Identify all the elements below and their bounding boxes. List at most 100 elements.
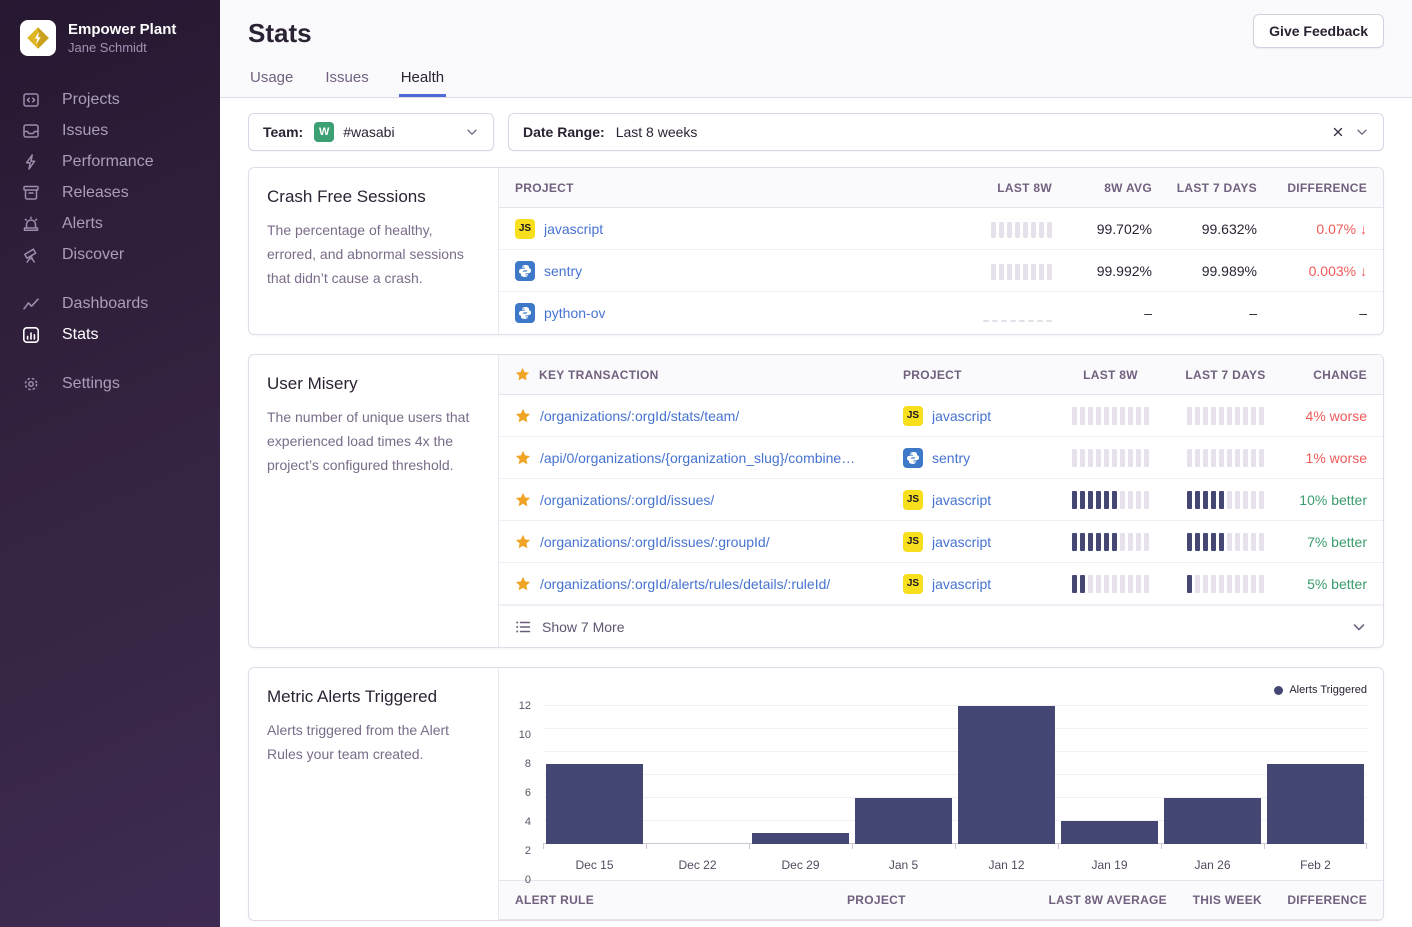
sparkline — [1187, 449, 1264, 467]
project-link[interactable]: javascript — [932, 492, 991, 508]
page-title: Stats — [248, 18, 312, 49]
sidebar-item-stats[interactable]: Stats — [22, 319, 198, 350]
sparkline — [1072, 575, 1149, 593]
sparkline — [1072, 491, 1149, 509]
org-name: Empower Plant — [68, 20, 176, 40]
column-header: PROJECT — [847, 893, 1017, 907]
user-name: Jane Schmidt — [68, 40, 176, 57]
nav-divider-gap — [22, 270, 198, 288]
difference-value: – — [1257, 305, 1383, 321]
last7-value: 99.632% — [1152, 221, 1257, 237]
alerts-triggered-chart: Alerts Triggered 024681012 Dec 15Dec 22D — [499, 668, 1383, 880]
panel-description: The number of unique users that experien… — [267, 405, 480, 477]
project-link[interactable]: sentry — [544, 263, 582, 279]
tab-usage[interactable]: Usage — [248, 69, 295, 97]
python-platform-icon — [903, 448, 923, 468]
sidebar-item-label: Settings — [62, 375, 120, 393]
change-value: 4% worse — [1283, 408, 1383, 424]
column-header: DIFFERENCE — [1262, 893, 1383, 907]
alerts-chart-xlabels: Dec 15Dec 22Dec 29Jan 5Jan 12Jan 19Jan 2… — [543, 850, 1367, 880]
table-header: ALERT RULE PROJECT LAST 8W AVERAGE THIS … — [499, 880, 1383, 920]
column-header: LAST 8W AVERAGE — [1017, 893, 1167, 907]
metric-alerts-panel: Metric Alerts Triggered Alerts triggered… — [248, 667, 1384, 921]
key-transaction-star-icon[interactable] — [515, 576, 531, 592]
javascript-platform-icon: JS — [903, 490, 923, 510]
give-feedback-button[interactable]: Give Feedback — [1253, 14, 1384, 48]
table-row: python-ov – – – — [499, 292, 1383, 334]
x-axis-label: Jan 26 — [1161, 858, 1264, 872]
transaction-link[interactable]: /api/0/organizations/{organization_slug}… — [540, 450, 855, 466]
chevron-down-icon — [1351, 619, 1367, 635]
column-header: CHANGE — [1283, 368, 1383, 382]
clear-date-range-icon[interactable] — [1331, 125, 1345, 139]
transaction-link[interactable]: /organizations/:orgId/issues/ — [540, 492, 714, 508]
project-link[interactable]: sentry — [932, 450, 970, 466]
key-transaction-star-icon[interactable] — [515, 408, 531, 424]
chart-legend[interactable]: Alerts Triggered — [499, 680, 1367, 700]
nav-divider-gap — [22, 350, 198, 368]
transaction-link[interactable]: /organizations/:orgId/alerts/rules/detai… — [540, 576, 830, 592]
content-area: Team: W #wasabi Date Range: Last 8 weeks — [220, 98, 1412, 927]
sidebar-item-projects[interactable]: Projects — [22, 84, 198, 115]
date-range-select[interactable]: Date Range: Last 8 weeks — [508, 113, 1384, 151]
table-row: /organizations/:orgId/stats/team/ JS jav… — [499, 395, 1383, 437]
project-link[interactable]: python-ov — [544, 305, 605, 321]
tab-issues[interactable]: Issues — [323, 69, 370, 97]
column-header: 8W AVG — [1052, 181, 1152, 195]
sidebar-item-dashboards[interactable]: Dashboards — [22, 288, 198, 319]
column-header: DIFFERENCE — [1257, 181, 1383, 195]
column-header: ALERT RULE — [499, 893, 847, 907]
key-transaction-star-icon[interactable] — [515, 534, 531, 550]
date-range-value: Last 8 weeks — [616, 124, 698, 140]
org-logo-icon — [20, 20, 56, 56]
crash-free-sessions-panel: Crash Free Sessions The percentage of he… — [248, 167, 1384, 335]
table-row: /api/0/organizations/{organization_slug}… — [499, 437, 1383, 479]
javascript-platform-icon: JS — [515, 219, 535, 239]
avg-value: – — [1052, 305, 1152, 321]
sidebar-item-issues[interactable]: Issues — [22, 115, 198, 146]
sparkline — [1187, 407, 1264, 425]
sparkline — [991, 262, 1052, 280]
python-platform-icon — [515, 303, 535, 323]
team-filter-label: Team: — [263, 124, 303, 140]
alerts-chart-bars — [543, 706, 1367, 844]
x-axis-label: Jan 19 — [1058, 858, 1161, 872]
javascript-platform-icon: JS — [903, 406, 923, 426]
org-switcher[interactable]: Empower Plant Jane Schmidt — [0, 20, 220, 56]
change-value: 5% better — [1283, 576, 1383, 592]
show-more-button[interactable]: Show 7 More — [499, 605, 1383, 647]
chart-bar — [1061, 821, 1159, 844]
x-axis-label: Jan 12 — [955, 858, 1058, 872]
last7-value: – — [1152, 305, 1257, 321]
sidebar-item-label: Discover — [62, 246, 124, 264]
javascript-platform-icon: JS — [903, 574, 923, 594]
chevron-down-icon — [1355, 125, 1369, 139]
javascript-platform-icon: JS — [903, 532, 923, 552]
key-transaction-star-icon[interactable] — [515, 450, 531, 466]
sidebar-item-alerts[interactable]: Alerts — [22, 208, 198, 239]
transaction-link[interactable]: /organizations/:orgId/stats/team/ — [540, 408, 739, 424]
project-link[interactable]: javascript — [932, 408, 991, 424]
transaction-link[interactable]: /organizations/:orgId/issues/:groupId/ — [540, 534, 770, 550]
table-row: /organizations/:orgId/issues/ JS javascr… — [499, 479, 1383, 521]
sparkline — [1187, 533, 1264, 551]
sidebar-item-label: Dashboards — [62, 295, 148, 313]
key-transaction-star-icon[interactable] — [515, 492, 531, 508]
team-filter-select[interactable]: Team: W #wasabi — [248, 113, 494, 151]
table-header: KEY TRANSACTION PROJECT LAST 8W LAST 7 D… — [499, 355, 1383, 395]
table-row: /organizations/:orgId/alerts/rules/detai… — [499, 563, 1383, 605]
panel-title: Metric Alerts Triggered — [267, 687, 480, 707]
sidebar-item-releases[interactable]: Releases — [22, 177, 198, 208]
alerts-chart-ticks — [543, 844, 1367, 850]
discover-icon — [22, 246, 40, 264]
column-header: PROJECT — [903, 368, 1053, 382]
sidebar-item-performance[interactable]: Performance — [22, 146, 198, 177]
project-link[interactable]: javascript — [932, 576, 991, 592]
page-header: Stats Give Feedback Usage Issues Health — [220, 0, 1412, 98]
project-link[interactable]: javascript — [932, 534, 991, 550]
sidebar-item-label: Alerts — [62, 215, 103, 233]
tab-health[interactable]: Health — [399, 69, 446, 97]
sidebar-item-settings[interactable]: Settings — [22, 368, 198, 399]
project-link[interactable]: javascript — [544, 221, 603, 237]
sidebar-item-discover[interactable]: Discover — [22, 239, 198, 270]
